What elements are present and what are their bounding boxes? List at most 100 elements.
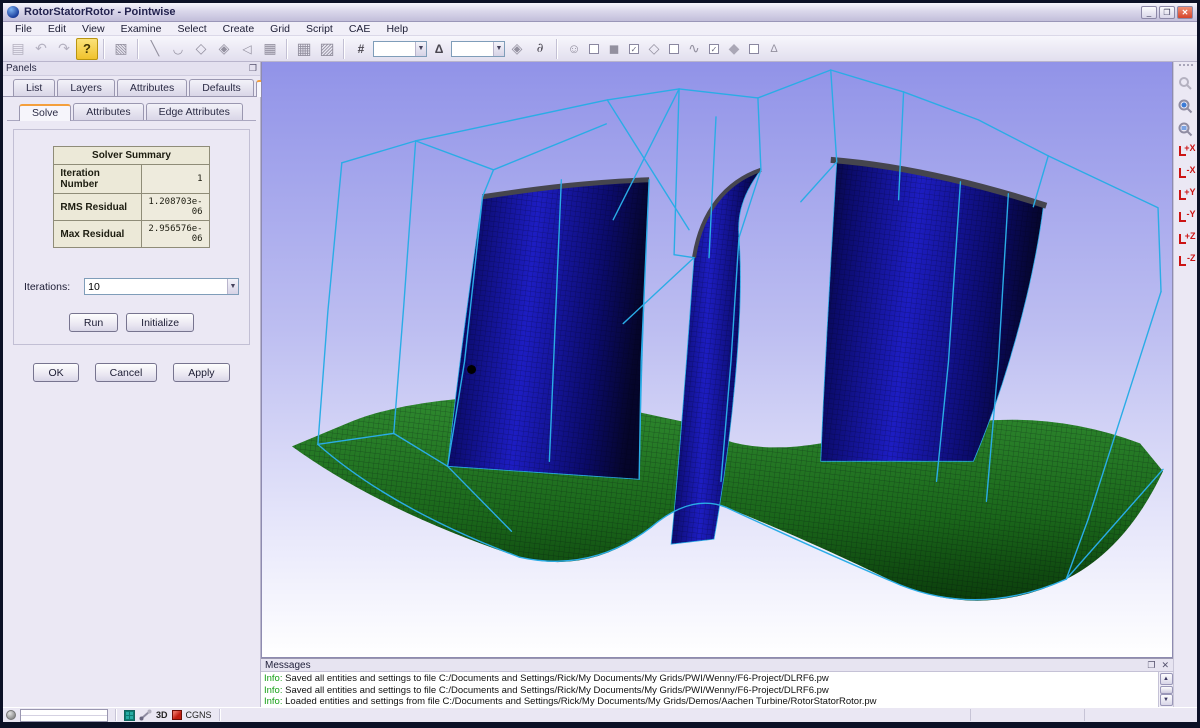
zoom-lines-icon[interactable] — [1176, 119, 1196, 139]
close-button[interactable]: ✕ — [1177, 6, 1193, 19]
undo-icon[interactable] — [30, 38, 52, 60]
zoom-extents-icon[interactable] — [1176, 96, 1196, 116]
mask-icon[interactable] — [563, 38, 585, 60]
menu-edit[interactable]: Edit — [40, 23, 74, 35]
block-icon[interactable] — [259, 38, 281, 60]
cube-icon[interactable] — [603, 38, 625, 60]
apply-button[interactable]: Apply — [173, 363, 229, 382]
spline-icon[interactable] — [763, 38, 785, 60]
toolbar-grip[interactable] — [1179, 64, 1193, 68]
subtab-attributes[interactable]: Attributes — [73, 103, 143, 120]
view-minus-y-button[interactable]: -Y — [1176, 208, 1196, 227]
view-minus-x-button[interactable]: -X — [1176, 164, 1196, 183]
angle-icon — [428, 38, 450, 60]
flat-surface-icon[interactable] — [643, 38, 665, 60]
view-toolbar: +X -X +Y -Y +Z -Z — [1173, 62, 1197, 707]
domain-checkbox[interactable] — [669, 44, 679, 54]
merge-icon[interactable] — [110, 38, 132, 60]
solve-diamond-icon[interactable] — [506, 38, 528, 60]
surface-icon[interactable] — [190, 38, 212, 60]
angle-combo-input[interactable] — [452, 43, 493, 54]
coordinate-field[interactable] — [20, 709, 108, 722]
scroll-thumb[interactable] — [1160, 686, 1173, 694]
solver-summary-table: Solver Summary Iteration Number 1 RMS Re… — [53, 146, 209, 248]
view-plus-z-button[interactable]: +Z — [1176, 230, 1196, 249]
tab-layers[interactable]: Layers — [57, 79, 115, 96]
selected-point-marker[interactable] — [467, 365, 476, 374]
run-button[interactable]: Run — [69, 313, 118, 332]
connector-checkbox[interactable]: ✓ — [709, 44, 719, 54]
domain-icon[interactable] — [213, 38, 235, 60]
title-bar[interactable]: RotorStatorRotor - Pointwise _ ❐ ✕ — [3, 3, 1197, 22]
tab-list[interactable]: List — [13, 79, 55, 96]
main-toolbar: ▼ ▼ ✓ ✓ — [3, 36, 1197, 62]
block-checkbox[interactable]: ✓ — [629, 44, 639, 54]
messages-scrollbar[interactable]: ▲ ▼ — [1158, 672, 1173, 707]
menu-create[interactable]: Create — [215, 23, 263, 35]
angle-combo[interactable]: ▼ — [451, 41, 505, 57]
view-plus-y-button[interactable]: +Y — [1176, 186, 1196, 205]
scroll-down-icon[interactable]: ▼ — [1160, 694, 1173, 706]
app-window: RotorStatorRotor - Pointwise _ ❐ ✕ File … — [0, 0, 1200, 728]
restore-button[interactable]: ❐ — [1159, 6, 1175, 19]
menu-cae[interactable]: CAE — [341, 23, 379, 35]
menu-examine[interactable]: Examine — [113, 23, 170, 35]
surface2-icon[interactable] — [723, 38, 745, 60]
save-icon[interactable] — [7, 38, 29, 60]
panels-sidebar: Panels ❐ List Layers Attributes Defaults… — [3, 62, 261, 707]
chevron-down-icon[interactable]: ▼ — [493, 42, 504, 56]
curve-icon[interactable] — [167, 38, 189, 60]
dimension-icon — [350, 38, 372, 60]
dimension-combo-input[interactable] — [374, 43, 415, 54]
message-log[interactable]: Info: Saved all entities and settings to… — [261, 672, 1158, 707]
menu-view[interactable]: View — [74, 23, 113, 35]
menu-file[interactable]: File — [7, 23, 40, 35]
initialize-button[interactable]: Initialize — [126, 313, 194, 332]
messages-panel: Messages ❐ ✕ Info: Saved all entities an… — [261, 658, 1173, 707]
menu-select[interactable]: Select — [169, 23, 214, 35]
subtab-solve[interactable]: Solve — [19, 104, 71, 121]
tab-attributes[interactable]: Attributes — [117, 79, 187, 96]
iterations-input[interactable] — [85, 281, 227, 293]
iterations-combo[interactable]: ▼ — [84, 278, 239, 295]
chevron-down-icon[interactable]: ▼ — [415, 42, 426, 56]
help-icon[interactable] — [76, 38, 98, 60]
chevron-down-icon[interactable]: ▼ — [227, 279, 238, 294]
rms-residual-label: RMS Residual — [54, 194, 142, 221]
float-panel-icon[interactable]: ❐ — [1147, 660, 1155, 671]
close-icon[interactable]: ✕ — [1161, 660, 1169, 671]
cae-cube-icon — [172, 710, 182, 720]
menu-script[interactable]: Script — [298, 23, 341, 35]
dimension-mode-label: 3D — [156, 710, 168, 720]
tab-defaults[interactable]: Defaults — [189, 79, 254, 96]
connector-icon[interactable] — [683, 38, 705, 60]
view-plus-x-button[interactable]: +X — [1176, 142, 1196, 161]
iteration-number-label: Iteration Number — [54, 165, 142, 194]
trim-icon[interactable] — [236, 38, 258, 60]
toolbar-separator — [343, 39, 345, 59]
cancel-button[interactable]: Cancel — [95, 363, 158, 382]
subtab-edge-attributes[interactable]: Edge Attributes — [146, 103, 243, 120]
float-panel-icon[interactable]: ❐ — [249, 63, 257, 74]
structured-grid-icon[interactable] — [293, 38, 315, 60]
dimension-combo[interactable]: ▼ — [373, 41, 427, 57]
minimize-button[interactable]: _ — [1141, 6, 1157, 19]
status-sphere-icon — [6, 710, 16, 720]
max-residual-label: Max Residual — [54, 221, 142, 248]
menu-grid[interactable]: Grid — [262, 23, 298, 35]
redo-icon[interactable] — [53, 38, 75, 60]
view-minus-z-button[interactable]: -Z — [1176, 252, 1196, 271]
toolbar-separator — [137, 39, 139, 59]
zoom-disabled-icon[interactable] — [1176, 73, 1196, 93]
scroll-up-icon[interactable]: ▲ — [1160, 673, 1173, 685]
partial-icon[interactable] — [529, 38, 551, 60]
menu-help[interactable]: Help — [378, 23, 416, 35]
database-checkbox[interactable] — [749, 44, 759, 54]
unstructured-grid-icon[interactable] — [316, 38, 338, 60]
viewport-3d[interactable] — [261, 62, 1173, 658]
mask-checkbox[interactable] — [589, 44, 599, 54]
ok-button[interactable]: OK — [33, 363, 78, 382]
segment-icon[interactable] — [144, 38, 166, 60]
toolbar-separator — [286, 39, 288, 59]
toolbar-separator — [103, 39, 105, 59]
